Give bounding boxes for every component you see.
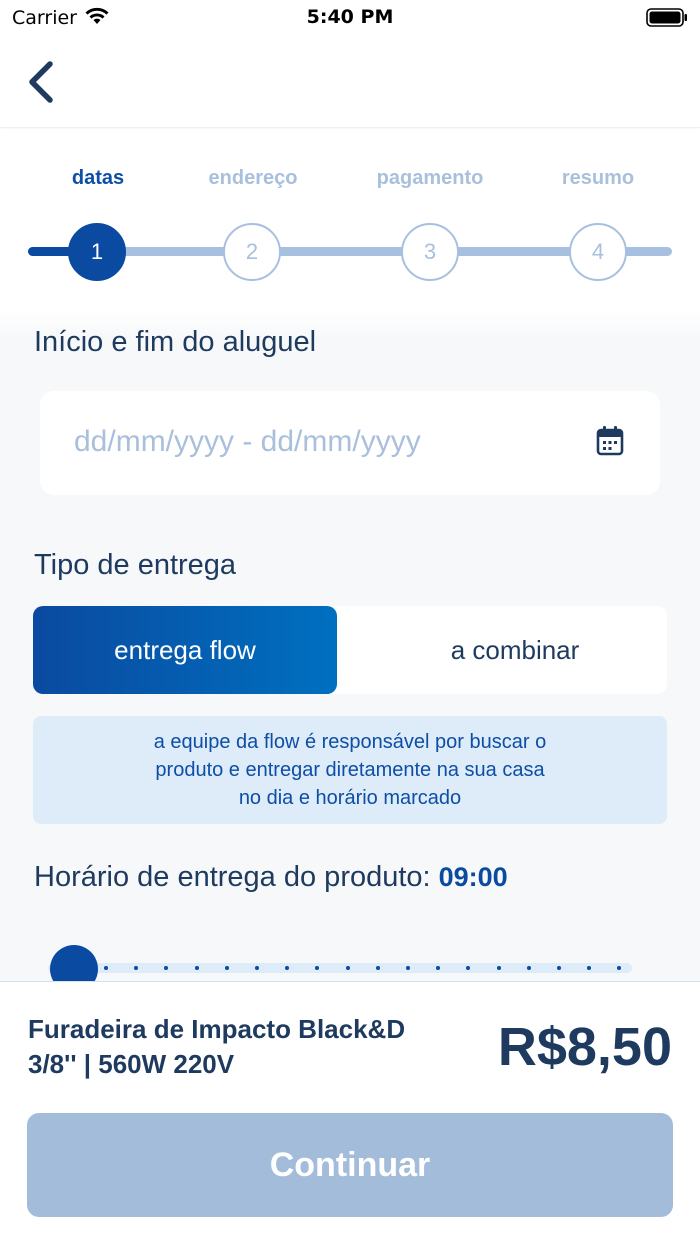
step-label-endereco[interactable]: endereço (173, 167, 333, 190)
date-range-placeholder: dd/mm/yyyy - dd/mm/yyyy (74, 425, 421, 458)
stepper-progress: 1 2 3 4 (0, 223, 700, 283)
clock: 5:40 PM (306, 6, 394, 28)
delivery-option-flow[interactable]: entrega flow (33, 606, 337, 694)
product-name-line-1: Furadeira de Impacto Black&D (28, 1014, 406, 1044)
slider-tick (496, 966, 501, 970)
delivery-time-slider[interactable] (48, 943, 638, 981)
slider-tick (104, 966, 108, 970)
navigation-bar (0, 36, 700, 128)
date-range-input[interactable]: dd/mm/yyyy - dd/mm/yyyy (40, 391, 660, 495)
step-label-datas[interactable]: datas (18, 167, 178, 190)
step-circle-4[interactable]: 4 (569, 223, 627, 281)
delivery-option-combinar[interactable]: a combinar (363, 606, 667, 694)
delivery-info-line-1: a equipe da flow é responsável por busca… (153, 731, 547, 753)
product-name-line-2: 3/8'' | 560W 220V (28, 1049, 235, 1079)
continue-button[interactable]: Continuar (27, 1113, 673, 1217)
slider-thumb[interactable] (50, 945, 98, 981)
delivery-time-value: 09:00 (438, 862, 508, 892)
delivery-info-box: a equipe da flow é responsável por busca… (33, 716, 667, 824)
delivery-info-line-3: no dia e horário marcado (238, 787, 462, 809)
slider-tick (255, 966, 259, 970)
slider-tick (194, 966, 199, 970)
slider-tick (406, 966, 410, 970)
back-icon[interactable] (22, 58, 62, 106)
delivery-info-line-2: produto e entregar diretamente na sua ca… (155, 759, 545, 781)
step-label-resumo[interactable]: resumo (518, 167, 678, 190)
booking-form: datas endereço pagamento resumo 1 2 3 4 … (0, 129, 700, 981)
step-circle-1[interactable]: 1 (68, 223, 126, 281)
step-label-pagamento[interactable]: pagamento (350, 167, 510, 190)
rental-period-title: Início e fim do aluguel (34, 326, 317, 358)
product-price: R$8,50 (497, 1017, 672, 1077)
step-circle-2[interactable]: 2 (223, 223, 281, 281)
slider-tick (526, 966, 531, 970)
delivery-type-selector: entrega flow a combinar (33, 606, 667, 694)
slider-tick (375, 966, 380, 970)
delivery-time-label: Horário de entrega do produto: (34, 861, 431, 893)
delivery-time-row: Horário de entrega do produto: 09:00 (34, 861, 508, 901)
step-circle-3[interactable]: 3 (401, 223, 459, 281)
product-name: Furadeira de Impacto Black&D 3/8'' | 560… (28, 1012, 458, 1082)
slider-tick (345, 966, 350, 970)
checkout-footer: Furadeira de Impacto Black&D 3/8'' | 560… (0, 981, 700, 1244)
slider-tick (557, 966, 561, 970)
slider-tick (224, 966, 229, 970)
battery-icon (646, 8, 687, 27)
stepper-labels: datas endereço pagamento resumo (0, 167, 700, 197)
calendar-icon[interactable] (596, 425, 624, 457)
delivery-type-title: Tipo de entrega (34, 549, 237, 581)
status-bar: Carrier 5:40 PM (0, 0, 700, 36)
